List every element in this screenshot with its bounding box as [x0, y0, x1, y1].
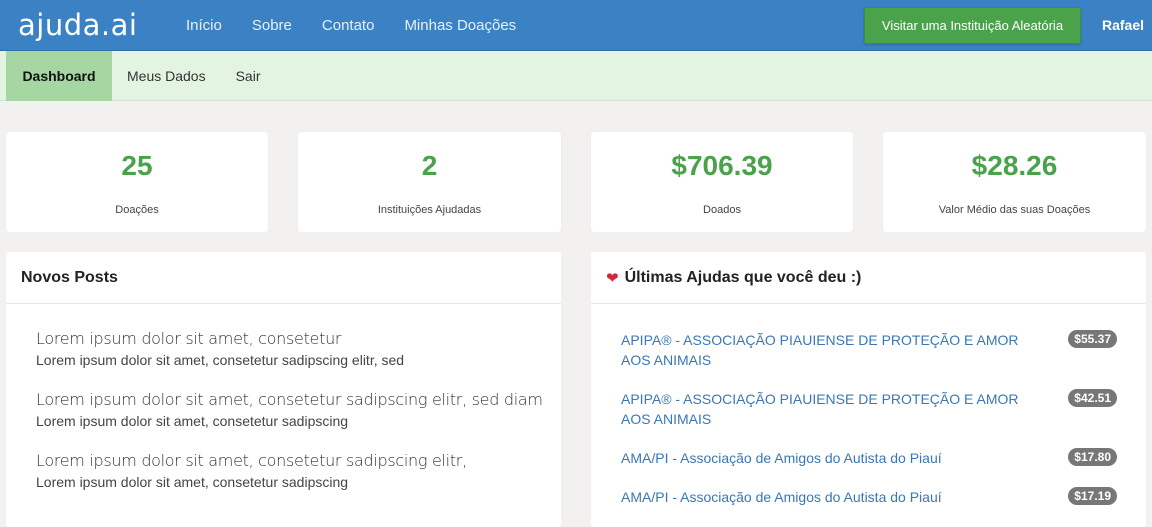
post-item[interactable]: Lorem ipsum dolor sit amet, consetetur s… — [36, 390, 543, 429]
stat-value: $28.26 — [971, 150, 1058, 181]
post-excerpt: Lorem ipsum dolor sit amet, consetetur s… — [36, 352, 405, 368]
main-nav: Início Sobre Contato Minhas Doações — [171, 0, 531, 51]
stat-value: $706.39 — [671, 150, 773, 181]
visit-random-institution-button[interactable]: Visitar uma Instituição Aleatória — [864, 7, 1081, 44]
stat-card-donations: 25 Doações — [6, 132, 268, 232]
post-excerpt: Lorem ipsum dolor sit amet, consetetur s… — [36, 474, 349, 490]
nav-link-minhas-doacoes[interactable]: Minhas Doações — [389, 0, 531, 51]
amount-badge: $17.19 — [1068, 487, 1117, 505]
brand-logo[interactable]: ajuda.ai — [18, 6, 137, 44]
stat-label: Instituições Ajudadas — [377, 204, 482, 216]
amount-badge: $42.51 — [1068, 389, 1117, 407]
donation-item: AMA/PI - Associação de Amigos do Autista… — [621, 487, 1117, 507]
recent-donations-panel: ❤ Últimas Ajudas que você deu :) APIPA® … — [591, 252, 1146, 527]
institution-link[interactable]: AMA/PI - Associação de Amigos do Autista… — [621, 448, 1041, 468]
institution-link[interactable]: APIPA® - ASSOCIAÇÃO PIAUIENSE DE PROTEÇÃ… — [621, 389, 1041, 429]
nav-link-sobre[interactable]: Sobre — [237, 0, 307, 51]
donation-item: APIPA® - ASSOCIAÇÃO PIAUIENSE DE PROTEÇÃ… — [621, 330, 1117, 370]
panel-title: Últimas Ajudas que você deu :) — [624, 268, 862, 286]
stat-label: Valor Médio das suas Doações — [938, 204, 1091, 216]
post-item[interactable]: Lorem ipsum dolor sit amet, consetetur L… — [36, 329, 404, 368]
institution-link[interactable]: AMA/PI - Associação de Amigos do Autista… — [621, 487, 1041, 507]
post-title: Lorem ipsum dolor sit amet, consetetur s… — [36, 390, 543, 409]
post-title: Lorem ipsum dolor sit amet, consetetur — [36, 329, 342, 348]
stat-value: 25 — [121, 150, 153, 181]
donation-item: APIPA® - ASSOCIAÇÃO PIAUIENSE DE PROTEÇÃ… — [621, 389, 1117, 429]
user-menu[interactable]: Rafael — [1102, 0, 1144, 51]
nav-link-contato[interactable]: Contato — [307, 0, 390, 51]
brand-name: ajuda.ai — [18, 8, 138, 42]
panel-header: ❤ Últimas Ajudas que você deu :) — [591, 252, 1146, 304]
amount-badge: $55.37 — [1068, 330, 1117, 348]
top-navbar: ajuda.ai Início Sobre Contato Minhas Doa… — [0, 0, 1152, 51]
donation-item: AMA/PI - Associação de Amigos do Autista… — [621, 448, 1117, 468]
post-excerpt: Lorem ipsum dolor sit amet, consetetur s… — [36, 413, 349, 429]
post-title: Lorem ipsum dolor sit amet, consetetur s… — [36, 451, 467, 470]
stat-card-institutions: 2 Instituições Ajudadas — [298, 132, 561, 232]
amount-badge: $17.80 — [1068, 448, 1117, 466]
stat-label: Doações — [115, 204, 159, 216]
tab-dashboard[interactable]: Dashboard — [6, 51, 112, 101]
stat-card-donated: $706.39 Doados — [591, 132, 853, 232]
new-posts-panel: Novos Posts Lorem ipsum dolor sit amet, … — [6, 252, 561, 527]
post-item[interactable]: Lorem ipsum dolor sit amet, consetetur s… — [36, 451, 467, 490]
panel-title: Novos Posts — [6, 252, 561, 304]
nav-link-inicio[interactable]: Início — [171, 0, 237, 51]
tab-sair[interactable]: Sair — [221, 51, 276, 101]
heart-icon: ❤ — [606, 269, 619, 287]
sub-navbar: Dashboard Meus Dados Sair — [0, 51, 1152, 101]
institution-link[interactable]: APIPA® - ASSOCIAÇÃO PIAUIENSE DE PROTEÇÃ… — [621, 330, 1041, 370]
stat-label: Doados — [703, 204, 741, 216]
stat-value: 2 — [421, 150, 438, 181]
stat-card-average: $28.26 Valor Médio das suas Doações — [883, 132, 1146, 232]
tab-meus-dados[interactable]: Meus Dados — [112, 51, 221, 101]
